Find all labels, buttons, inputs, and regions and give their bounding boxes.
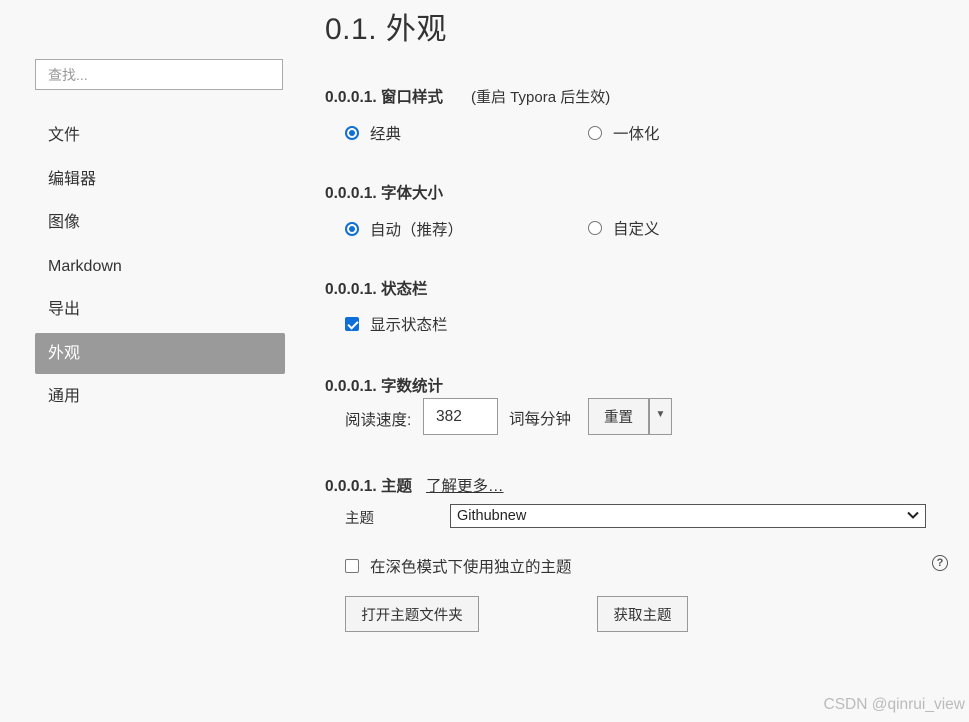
search-input[interactable]	[35, 59, 283, 90]
get-themes-label: 获取主题	[613, 607, 672, 624]
open-theme-folder-button[interactable]: 打开主题文件夹	[345, 596, 479, 632]
checkbox-checked-icon[interactable]	[345, 317, 359, 331]
radio-checked-icon[interactable]	[345, 222, 359, 236]
radio-label: 自动（推荐）	[370, 222, 464, 239]
reset-dropdown-button[interactable]: ▼	[649, 398, 672, 435]
sidebar-item-appearance[interactable]: 外观	[35, 332, 285, 374]
section-theme: 0.0.0.1. 主题 了解更多…	[325, 474, 504, 496]
radio-unchecked-icon[interactable]	[588, 126, 602, 140]
sidebar-item-image[interactable]: 图像	[35, 202, 285, 243]
get-themes-button[interactable]: 获取主题	[597, 596, 688, 632]
theme-select-value: Githubnew	[457, 508, 527, 524]
sidebar-item-editor[interactable]: 编辑器	[35, 159, 285, 200]
sidebar-item-markdown[interactable]: Markdown	[35, 246, 285, 287]
sidebar-item-export[interactable]: 导出	[35, 289, 285, 330]
radio-label: 自定义	[613, 221, 660, 238]
open-theme-folder-label: 打开主题文件夹	[361, 607, 463, 624]
words-per-minute-label: 词每分钟	[509, 411, 572, 428]
checkbox-unchecked-icon[interactable]	[345, 559, 359, 573]
chevron-down-icon	[907, 511, 919, 519]
sidebar-item-file[interactable]: 文件	[35, 115, 285, 156]
reading-speed-label: 阅读速度:	[345, 412, 412, 429]
radio-label: 一体化	[613, 126, 660, 143]
sidebar-nav: 文件 编辑器 图像 Markdown 导出 外观 通用	[35, 115, 285, 420]
caret-down-icon: ▼	[655, 409, 666, 420]
radio-font-auto[interactable]: 自动（推荐）	[345, 218, 463, 240]
section-status-bar: 0.0.0.1. 状态栏	[325, 277, 428, 299]
restart-note: (重启 Typora 后生效)	[471, 89, 611, 106]
radio-label: 经典	[370, 126, 402, 143]
reset-button[interactable]: 重置	[588, 398, 649, 435]
learn-more-link[interactable]: 了解更多…	[426, 478, 504, 495]
checkbox-dark-mode-theme[interactable]: 在深色模式下使用独立的主题	[345, 555, 572, 577]
section-title: 0.0.0.1. 字数统计	[325, 378, 444, 395]
section-title: 0.0.0.1. 状态栏	[325, 281, 428, 298]
section-title: 0.0.0.1. 窗口样式	[325, 89, 444, 106]
theme-label: 主题	[345, 511, 374, 527]
theme-select[interactable]: Githubnew	[450, 504, 926, 528]
watermark: CSDN @qinrui_view	[823, 696, 966, 713]
sidebar-item-general[interactable]: 通用	[35, 376, 285, 417]
radio-unchecked-icon[interactable]	[588, 221, 602, 235]
radio-checked-icon[interactable]	[345, 126, 359, 140]
page-title: 0.1. 外观	[325, 13, 447, 46]
radio-font-custom[interactable]: 自定义	[588, 217, 660, 239]
radio-classic[interactable]: 经典	[345, 122, 401, 144]
reset-button-label: 重置	[604, 410, 633, 426]
checkbox-label: 显示状态栏	[370, 317, 448, 334]
checkbox-label: 在深色模式下使用独立的主题	[370, 559, 572, 576]
section-title: 0.0.0.1. 字体大小	[325, 185, 444, 202]
section-word-count: 0.0.0.1. 字数统计	[325, 374, 443, 396]
help-icon[interactable]: ?	[932, 555, 948, 571]
checkbox-show-status-bar[interactable]: 显示状态栏	[345, 313, 448, 335]
reading-speed-input[interactable]	[423, 398, 498, 435]
radio-unibody[interactable]: 一体化	[588, 122, 660, 144]
section-title: 0.0.0.1. 主题	[325, 478, 413, 495]
section-window-style: 0.0.0.1. 窗口样式 (重启 Typora 后生效)	[325, 85, 610, 107]
section-font-size: 0.0.0.1. 字体大小	[325, 181, 443, 203]
